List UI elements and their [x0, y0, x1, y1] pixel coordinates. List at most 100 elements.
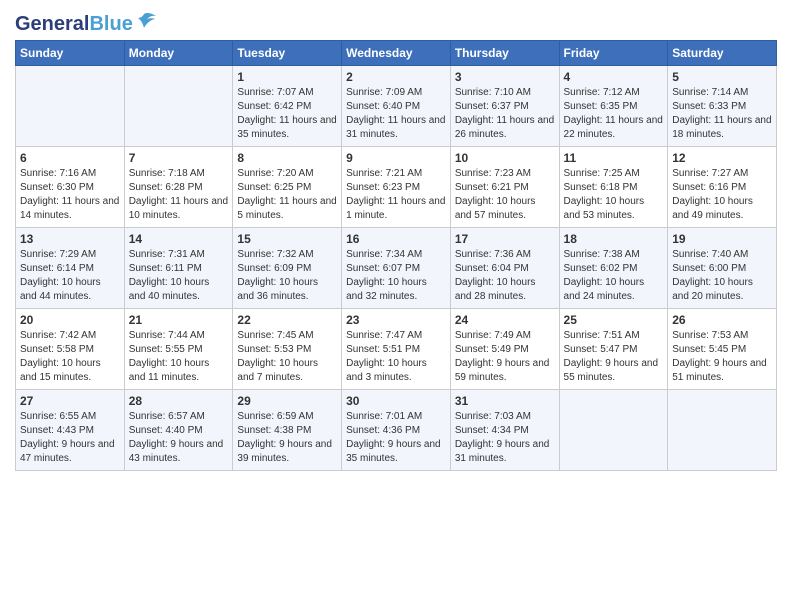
- calendar-cell: 5 Sunrise: 7:14 AMSunset: 6:33 PMDaylight…: [668, 66, 777, 147]
- day-info: Sunrise: 7:25 AMSunset: 6:18 PMDaylight:…: [564, 167, 664, 223]
- day-number: 18: [564, 232, 664, 246]
- day-info: Sunrise: 7:32 AMSunset: 6:09 PMDaylight:…: [237, 248, 337, 304]
- day-number: 20: [20, 313, 120, 327]
- day-number: 28: [129, 394, 229, 408]
- calendar-cell: 30 Sunrise: 7:01 AMSunset: 4:36 PMDayligh…: [342, 390, 451, 471]
- header-saturday: Saturday: [668, 41, 777, 66]
- day-number: 7: [129, 151, 229, 165]
- day-info: Sunrise: 7:16 AMSunset: 6:30 PMDaylight:…: [20, 167, 120, 223]
- day-info: Sunrise: 6:59 AMSunset: 4:38 PMDaylight:…: [237, 410, 337, 466]
- calendar-week-row: 20Sunrise: 7:42 AMSunset: 5:58 PMDayligh…: [16, 309, 777, 390]
- day-info: Sunrise: 6:57 AMSunset: 4:40 PMDaylight:…: [129, 410, 229, 466]
- calendar-cell: 27 Sunrise: 6:55 AMSunset: 4:43 PMDayligh…: [16, 390, 125, 471]
- calendar-cell: 14 Sunrise: 7:31 AMSunset: 6:11 PMDayligh…: [124, 228, 233, 309]
- day-info: Sunrise: 7:40 AMSunset: 6:00 PMDaylight:…: [672, 248, 772, 304]
- day-info: Sunrise: 7:38 AMSunset: 6:02 PMDaylight:…: [564, 248, 664, 304]
- calendar-cell: 19 Sunrise: 7:40 AMSunset: 6:00 PMDayligh…: [668, 228, 777, 309]
- day-number: 12: [672, 151, 772, 165]
- day-number: 1: [237, 70, 337, 84]
- day-number: 22: [237, 313, 337, 327]
- day-number: 21: [129, 313, 229, 327]
- day-number: 15: [237, 232, 337, 246]
- calendar-cell: 31Sunrise: 7:03 AMSunset: 4:34 PMDayligh…: [450, 390, 559, 471]
- day-info: Sunrise: 6:55 AMSunset: 4:43 PMDaylight:…: [20, 410, 120, 466]
- calendar-cell: 26 Sunrise: 7:53 AMSunset: 5:45 PMDayligh…: [668, 309, 777, 390]
- day-info: Sunrise: 7:44 AMSunset: 5:55 PMDaylight:…: [129, 329, 229, 385]
- calendar-table: SundayMondayTuesdayWednesdayThursdayFrid…: [15, 40, 777, 471]
- calendar-week-row: 27 Sunrise: 6:55 AMSunset: 4:43 PMDayligh…: [16, 390, 777, 471]
- day-number: 17: [455, 232, 555, 246]
- day-number: 25: [564, 313, 664, 327]
- calendar-cell: 3 Sunrise: 7:10 AMSunset: 6:37 PMDaylight…: [450, 66, 559, 147]
- calendar-cell: [668, 390, 777, 471]
- calendar-cell: 2 Sunrise: 7:09 AMSunset: 6:40 PMDaylight…: [342, 66, 451, 147]
- day-info: Sunrise: 7:12 AMSunset: 6:35 PMDaylight:…: [564, 86, 664, 142]
- day-number: 16: [346, 232, 446, 246]
- calendar-cell: [559, 390, 668, 471]
- calendar-cell: 29 Sunrise: 6:59 AMSunset: 4:38 PMDayligh…: [233, 390, 342, 471]
- day-info: Sunrise: 7:10 AMSunset: 6:37 PMDaylight:…: [455, 86, 555, 142]
- day-info: Sunrise: 7:31 AMSunset: 6:11 PMDaylight:…: [129, 248, 229, 304]
- day-info: Sunrise: 7:21 AMSunset: 6:23 PMDaylight:…: [346, 167, 446, 223]
- calendar-cell: 6Sunrise: 7:16 AMSunset: 6:30 PMDaylight…: [16, 147, 125, 228]
- header-sunday: Sunday: [16, 41, 125, 66]
- calendar-cell: 1 Sunrise: 7:07 AMSunset: 6:42 PMDaylight…: [233, 66, 342, 147]
- day-number: 26: [672, 313, 772, 327]
- calendar-cell: 25 Sunrise: 7:51 AMSunset: 5:47 PMDayligh…: [559, 309, 668, 390]
- page-header: GeneralBlue: [15, 10, 777, 34]
- day-info: Sunrise: 7:20 AMSunset: 6:25 PMDaylight:…: [237, 167, 337, 223]
- calendar-week-row: 13 Sunrise: 7:29 AMSunset: 6:14 PMDayligh…: [16, 228, 777, 309]
- calendar-cell: 22 Sunrise: 7:45 AMSunset: 5:53 PMDayligh…: [233, 309, 342, 390]
- calendar-cell: 15 Sunrise: 7:32 AMSunset: 6:09 PMDayligh…: [233, 228, 342, 309]
- day-number: 24: [455, 313, 555, 327]
- calendar-week-row: 1 Sunrise: 7:07 AMSunset: 6:42 PMDaylight…: [16, 66, 777, 147]
- day-info: Sunrise: 7:45 AMSunset: 5:53 PMDaylight:…: [237, 329, 337, 385]
- calendar-cell: 17 Sunrise: 7:36 AMSunset: 6:04 PMDayligh…: [450, 228, 559, 309]
- calendar-cell: 18 Sunrise: 7:38 AMSunset: 6:02 PMDayligh…: [559, 228, 668, 309]
- calendar-cell: 13 Sunrise: 7:29 AMSunset: 6:14 PMDayligh…: [16, 228, 125, 309]
- calendar-cell: 9 Sunrise: 7:21 AMSunset: 6:23 PMDaylight…: [342, 147, 451, 228]
- calendar-cell: [124, 66, 233, 147]
- day-info: Sunrise: 7:49 AMSunset: 5:49 PMDaylight:…: [455, 329, 555, 385]
- calendar-week-row: 6Sunrise: 7:16 AMSunset: 6:30 PMDaylight…: [16, 147, 777, 228]
- day-number: 10: [455, 151, 555, 165]
- calendar-cell: 4 Sunrise: 7:12 AMSunset: 6:35 PMDaylight…: [559, 66, 668, 147]
- day-number: 11: [564, 151, 664, 165]
- day-info: Sunrise: 7:34 AMSunset: 6:07 PMDaylight:…: [346, 248, 446, 304]
- day-number: 19: [672, 232, 772, 246]
- day-number: 29: [237, 394, 337, 408]
- day-info: Sunrise: 7:09 AMSunset: 6:40 PMDaylight:…: [346, 86, 446, 142]
- day-number: 30: [346, 394, 446, 408]
- day-number: 31: [455, 394, 555, 408]
- calendar-cell: 20Sunrise: 7:42 AMSunset: 5:58 PMDayligh…: [16, 309, 125, 390]
- header-wednesday: Wednesday: [342, 41, 451, 66]
- day-number: 13: [20, 232, 120, 246]
- calendar-cell: 11 Sunrise: 7:25 AMSunset: 6:18 PMDayligh…: [559, 147, 668, 228]
- day-number: 3: [455, 70, 555, 84]
- calendar-cell: 28 Sunrise: 6:57 AMSunset: 4:40 PMDayligh…: [124, 390, 233, 471]
- day-info: Sunrise: 7:01 AMSunset: 4:36 PMDaylight:…: [346, 410, 446, 466]
- header-friday: Friday: [559, 41, 668, 66]
- day-number: 5: [672, 70, 772, 84]
- header-tuesday: Tuesday: [233, 41, 342, 66]
- calendar-cell: 8 Sunrise: 7:20 AMSunset: 6:25 PMDaylight…: [233, 147, 342, 228]
- day-number: 27: [20, 394, 120, 408]
- day-info: Sunrise: 7:14 AMSunset: 6:33 PMDaylight:…: [672, 86, 772, 142]
- day-info: Sunrise: 7:07 AMSunset: 6:42 PMDaylight:…: [237, 86, 337, 142]
- day-info: Sunrise: 7:36 AMSunset: 6:04 PMDaylight:…: [455, 248, 555, 304]
- day-number: 4: [564, 70, 664, 84]
- day-number: 23: [346, 313, 446, 327]
- day-info: Sunrise: 7:29 AMSunset: 6:14 PMDaylight:…: [20, 248, 120, 304]
- day-info: Sunrise: 7:53 AMSunset: 5:45 PMDaylight:…: [672, 329, 772, 385]
- calendar-cell: 12Sunrise: 7:27 AMSunset: 6:16 PMDayligh…: [668, 147, 777, 228]
- day-info: Sunrise: 7:51 AMSunset: 5:47 PMDaylight:…: [564, 329, 664, 385]
- header-thursday: Thursday: [450, 41, 559, 66]
- day-number: 9: [346, 151, 446, 165]
- calendar-cell: 16 Sunrise: 7:34 AMSunset: 6:07 PMDayligh…: [342, 228, 451, 309]
- calendar-cell: 7Sunrise: 7:18 AMSunset: 6:28 PMDaylight…: [124, 147, 233, 228]
- day-number: 14: [129, 232, 229, 246]
- logo-text: GeneralBlue: [15, 14, 133, 34]
- day-number: 2: [346, 70, 446, 84]
- day-number: 8: [237, 151, 337, 165]
- day-info: Sunrise: 7:23 AMSunset: 6:21 PMDaylight:…: [455, 167, 555, 223]
